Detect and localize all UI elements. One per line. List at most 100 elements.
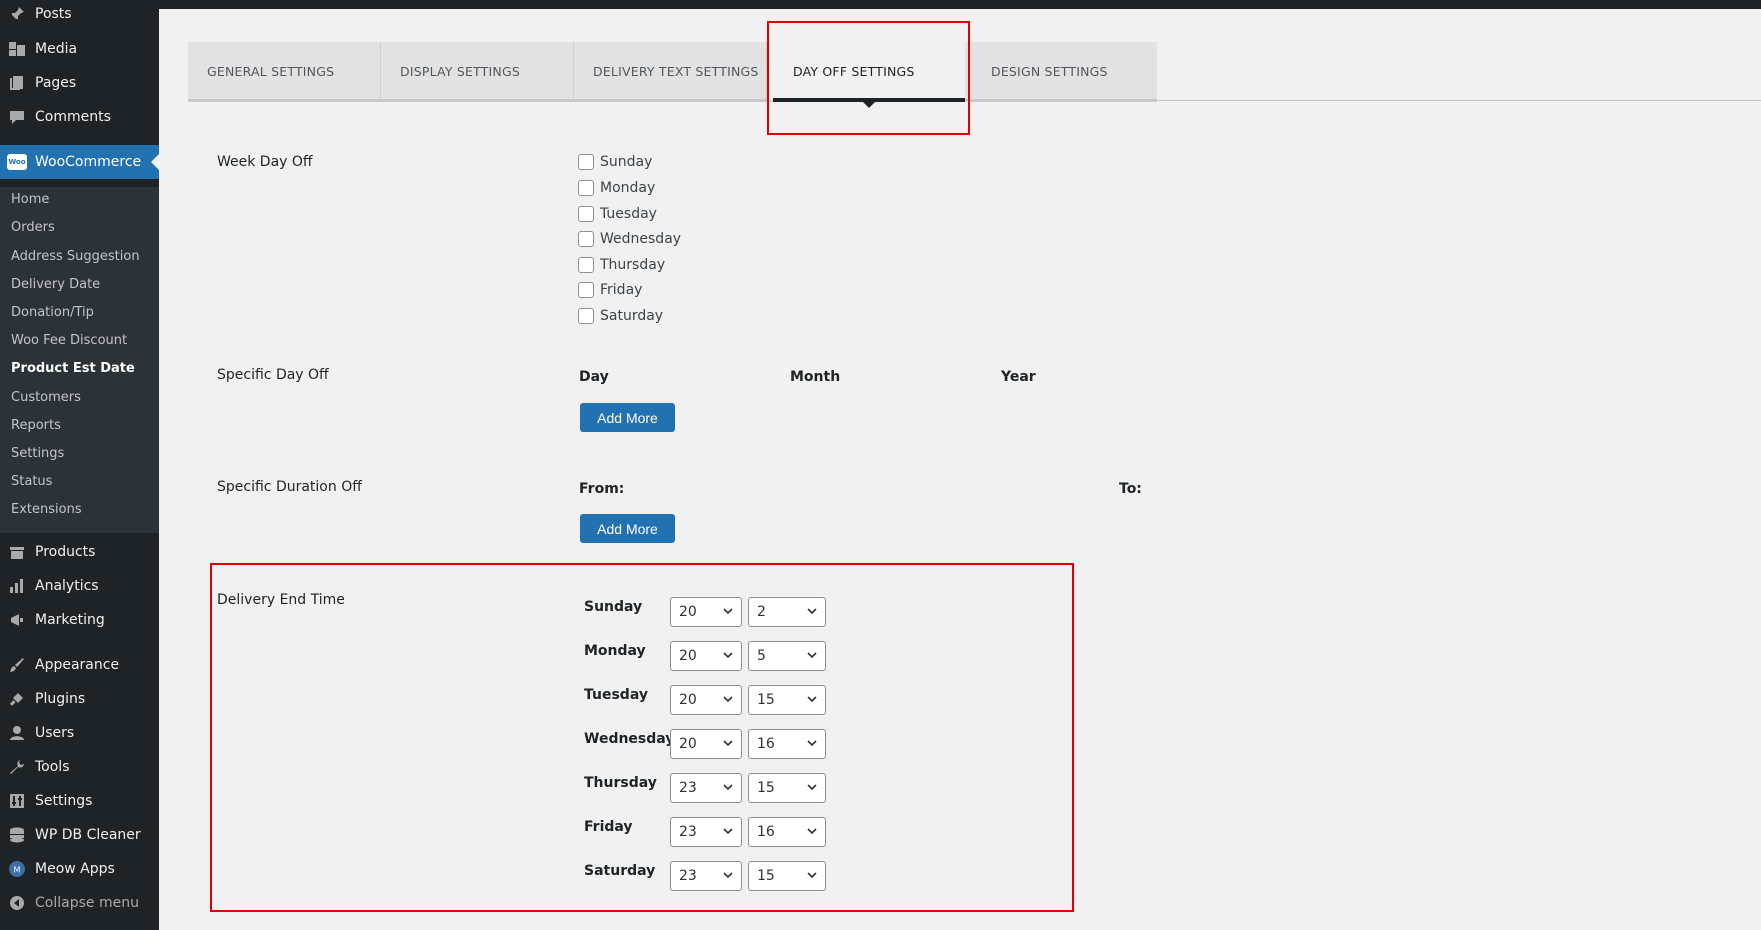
friday-hour-select[interactable]: 23: [670, 817, 742, 847]
sidebar-item-label: Plugins: [35, 691, 86, 707]
checkbox-monday[interactable]: Monday: [578, 178, 655, 198]
submenu-item-donation-tip[interactable]: Donation/Tip: [11, 305, 94, 320]
day-label-sunday: Sunday: [584, 599, 643, 615]
chevron-down-icon: [807, 828, 817, 835]
tab-design-settings[interactable]: DESIGN SETTINGS: [965, 42, 1157, 100]
submenu-item-woo-fee-discount[interactable]: Woo Fee Discount: [11, 333, 127, 348]
sidebar-item-pages[interactable]: Pages: [0, 68, 159, 98]
checkbox-label: Wednesday: [600, 231, 682, 247]
day-label-wednesday: Wednesday: [584, 731, 675, 747]
wednesday-hour-select[interactable]: 20: [670, 729, 742, 759]
checkbox-box[interactable]: [578, 206, 594, 222]
chevron-down-icon: [723, 740, 733, 747]
column-header-day: Day: [579, 369, 609, 385]
checkbox-box[interactable]: [578, 282, 594, 298]
sidebar-item-meow-apps[interactable]: M Meow Apps: [0, 854, 159, 884]
tab-display-settings[interactable]: DISPLAY SETTINGS: [381, 42, 573, 100]
checkbox-label: Monday: [600, 180, 656, 196]
tab-delivery-text-settings[interactable]: DELIVERY TEXT SETTINGS: [574, 42, 766, 100]
day-label-saturday: Saturday: [584, 863, 656, 879]
woocommerce-submenu: Home Orders Address Suggestion Delivery …: [0, 187, 159, 533]
checkbox-box[interactable]: [578, 180, 594, 196]
select-value: 23: [679, 780, 697, 796]
sidebar-item-label: Marketing: [35, 612, 105, 628]
saturday-hour-select[interactable]: 23: [670, 861, 742, 891]
column-header-month: Month: [790, 369, 841, 385]
sidebar-collapse-menu[interactable]: Collapse menu: [0, 888, 159, 918]
checkbox-tuesday[interactable]: Tuesday: [578, 204, 657, 224]
woocommerce-logo-icon: Woo: [7, 154, 27, 170]
specific-duration-off-label: Specific Duration Off: [217, 479, 362, 495]
add-more-day-off-button[interactable]: Add More: [580, 403, 675, 432]
submenu-item-delivery-date[interactable]: Delivery Date: [11, 277, 100, 292]
sidebar-item-appearance[interactable]: Appearance: [0, 650, 159, 680]
submenu-item-settings[interactable]: Settings: [11, 446, 64, 461]
submenu-item-product-est-date[interactable]: Product Est Date: [11, 361, 135, 376]
select-value: 15: [757, 868, 775, 884]
sidebar-item-plugins[interactable]: Plugins: [0, 684, 159, 714]
settings-icon: [7, 791, 27, 811]
sidebar-item-label: Analytics: [35, 578, 99, 594]
checkbox-friday[interactable]: Friday: [578, 280, 642, 300]
sidebar-item-products[interactable]: Products: [0, 537, 159, 567]
sidebar-item-woocommerce[interactable]: Woo WooCommerce: [0, 145, 159, 179]
submenu-item-extensions[interactable]: Extensions: [11, 502, 82, 517]
sidebar-item-label: Tools: [35, 759, 70, 775]
sidebar-item-wp-db-cleaner[interactable]: WP DB Cleaner: [0, 820, 159, 850]
submenu-item-customers[interactable]: Customers: [11, 390, 81, 405]
sidebar-item-users[interactable]: Users: [0, 718, 159, 748]
sidebar-item-tools[interactable]: Tools: [0, 752, 159, 782]
sidebar-item-marketing[interactable]: Marketing: [0, 605, 159, 635]
sidebar-item-label: WP DB Cleaner: [35, 827, 141, 843]
sunday-hour-select[interactable]: 20: [670, 597, 742, 627]
sidebar-item-media[interactable]: Media: [0, 34, 159, 64]
checkbox-label: Tuesday: [600, 206, 657, 222]
sidebar-item-label: WooCommerce: [35, 154, 142, 170]
sidebar-item-settings[interactable]: Settings: [0, 786, 159, 816]
checkbox-box[interactable]: [578, 231, 594, 247]
checkbox-label: Sunday: [600, 154, 653, 170]
submenu-item-home[interactable]: Home: [11, 192, 49, 207]
thursday-hour-select[interactable]: 23: [670, 773, 742, 803]
select-value: 2: [757, 604, 766, 620]
tab-day-off-settings[interactable]: DAY OFF SETTINGS: [767, 42, 965, 100]
sidebar-item-analytics[interactable]: Analytics: [0, 571, 159, 601]
active-tab-caret-icon: [863, 102, 875, 108]
thursday-minute-select[interactable]: 15: [748, 773, 826, 803]
add-more-duration-off-button[interactable]: Add More: [580, 514, 675, 543]
saturday-minute-select[interactable]: 15: [748, 861, 826, 891]
submenu-item-status[interactable]: Status: [11, 474, 52, 489]
tuesday-hour-select[interactable]: 20: [670, 685, 742, 715]
select-value: 23: [679, 824, 697, 840]
checkbox-sunday[interactable]: Sunday: [578, 152, 652, 172]
monday-hour-select[interactable]: 20: [670, 641, 742, 671]
woocommerce-icon: Woo: [7, 152, 27, 172]
day-label-friday: Friday: [584, 819, 633, 835]
checkbox-box[interactable]: [578, 308, 594, 324]
submenu-item-reports[interactable]: Reports: [11, 418, 61, 433]
sunday-minute-select[interactable]: 2: [748, 597, 826, 627]
media-icon: [7, 39, 27, 59]
tab-general-settings[interactable]: GENERAL SETTINGS: [188, 42, 380, 100]
checkbox-saturday[interactable]: Saturday: [578, 306, 663, 326]
pin-icon: [7, 4, 27, 24]
sidebar-item-posts[interactable]: Posts: [0, 0, 159, 28]
settings-tabs: GENERAL SETTINGS DISPLAY SETTINGS DELIVE…: [188, 42, 1761, 108]
sidebar-item-label: Settings: [35, 793, 93, 809]
submenu-item-address-suggestion[interactable]: Address Suggestion: [11, 249, 140, 264]
meow-icon: M: [7, 859, 27, 879]
friday-minute-select[interactable]: 16: [748, 817, 826, 847]
checkbox-thursday[interactable]: Thursday: [578, 255, 665, 275]
select-value: 15: [757, 692, 775, 708]
chevron-down-icon: [807, 608, 817, 615]
wednesday-minute-select[interactable]: 16: [748, 729, 826, 759]
checkbox-box[interactable]: [578, 154, 594, 170]
checkbox-wednesday[interactable]: Wednesday: [578, 229, 681, 249]
select-value: 15: [757, 780, 775, 796]
checkbox-box[interactable]: [578, 257, 594, 273]
admin-top-bar: [0, 0, 1761, 9]
tuesday-minute-select[interactable]: 15: [748, 685, 826, 715]
sidebar-item-comments[interactable]: Comments: [0, 102, 159, 132]
submenu-item-orders[interactable]: Orders: [11, 220, 55, 235]
monday-minute-select[interactable]: 5: [748, 641, 826, 671]
